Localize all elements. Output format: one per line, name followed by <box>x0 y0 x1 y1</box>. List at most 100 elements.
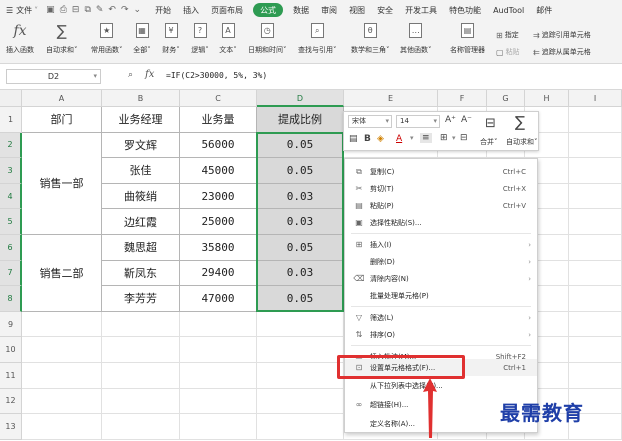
cell[interactable] <box>102 337 180 363</box>
rate-cell[interactable]: 0.03 <box>257 260 344 287</box>
menu-item-paste[interactable]: ▤ 粘贴(P) Ctrl+V <box>345 197 537 214</box>
number-format-icon[interactable]: ⊟ <box>460 133 468 143</box>
column-header-g[interactable]: G <box>487 90 525 107</box>
select-all-corner[interactable] <box>0 90 22 107</box>
column-header-i[interactable]: I <box>569 90 622 107</box>
cell[interactable] <box>180 388 257 415</box>
cell[interactable] <box>569 311 622 338</box>
save-icon[interactable]: ▣ <box>46 5 55 15</box>
table-header-cell[interactable]: 业务经理 <box>102 107 180 133</box>
cell[interactable] <box>180 363 257 389</box>
fx-icon[interactable]: fx <box>145 69 154 80</box>
font-color-icon[interactable]: A <box>396 134 402 144</box>
zoom-icon[interactable]: ⌕ <box>128 70 133 80</box>
tab-view[interactable]: 视图 <box>343 0 371 20</box>
tab-home[interactable]: 开始 <box>149 0 177 20</box>
common-functions-button[interactable]: ★ 常用函数˅ <box>91 22 123 55</box>
manager-cell[interactable]: 边红霞 <box>102 209 180 235</box>
volume-cell[interactable]: 47000 <box>180 286 257 312</box>
trace-precedents-button[interactable]: ⇉ 追踪引用单元格 <box>533 30 591 40</box>
logical-button[interactable]: ? 逻辑˅ <box>191 22 209 55</box>
menu-item-filter[interactable]: ▽ 筛选(L) › <box>345 309 537 326</box>
manager-cell[interactable]: 罗文辉 <box>102 132 180 159</box>
borders-icon[interactable]: ⊞ <box>440 133 448 143</box>
column-header-e[interactable]: E <box>344 90 438 107</box>
cell[interactable] <box>180 337 257 363</box>
cell[interactable] <box>22 337 102 363</box>
row-header-2[interactable]: 2 <box>0 132 22 159</box>
menu-item-batch[interactable]: 批量处理单元格(P) <box>345 287 537 304</box>
tab-page-layout[interactable]: 页面布局 <box>205 0 249 20</box>
volume-cell[interactable]: 45000 <box>180 158 257 184</box>
table-header-cell[interactable]: 业务量 <box>180 107 257 133</box>
insert-function-button[interactable]: fx 插入函数 <box>6 22 34 55</box>
row-header-4[interactable]: 4 <box>0 183 22 210</box>
volume-cell[interactable]: 35800 <box>180 235 257 261</box>
cell[interactable] <box>257 337 344 363</box>
name-manager-button[interactable]: ▤ 名称管理器 <box>450 22 485 55</box>
merge-icon[interactable]: ⊟ <box>485 116 496 131</box>
cell[interactable] <box>569 260 622 287</box>
manager-cell[interactable]: 张佳 <box>102 158 180 184</box>
cell-style-icon[interactable]: ▤ <box>349 134 358 144</box>
cell[interactable] <box>257 311 344 338</box>
cell[interactable] <box>569 183 622 210</box>
math-trig-button[interactable]: θ 数学和三角˅ <box>351 22 390 55</box>
hamburger-file-menu[interactable]: ☰ 文件 ˅ <box>0 0 44 20</box>
font-name-select[interactable]: 宋体 ▾ <box>348 115 392 128</box>
department-cell[interactable]: 销售一部 <box>22 132 102 235</box>
department-cell[interactable]: 销售二部 <box>22 235 102 312</box>
cell[interactable] <box>22 363 102 389</box>
tab-formulas[interactable]: 公式 <box>253 3 284 17</box>
manager-cell[interactable]: 靳凤东 <box>102 260 180 287</box>
chevron-down-icon[interactable]: ▾ <box>410 134 414 142</box>
undo-icon[interactable]: ↶ <box>108 5 116 15</box>
column-header-h[interactable]: H <box>525 90 569 107</box>
cell[interactable] <box>257 414 344 440</box>
rate-cell[interactable]: 0.05 <box>257 235 344 261</box>
menu-item-paste-special[interactable]: ▣ 选择性粘贴(S)... <box>345 214 537 231</box>
name-box[interactable]: D2 ▾ <box>6 69 101 84</box>
cell[interactable] <box>569 158 622 184</box>
cell[interactable] <box>257 363 344 389</box>
volume-cell[interactable]: 56000 <box>180 132 257 159</box>
cell[interactable] <box>569 235 622 261</box>
tab-mail[interactable]: 邮件 <box>530 0 558 20</box>
tab-data[interactable]: 数据 <box>287 0 315 20</box>
specify-button[interactable]: ⊞ 指定 <box>496 30 519 40</box>
cell[interactable] <box>569 286 622 312</box>
column-header-c[interactable]: C <box>180 90 257 107</box>
table-header-cell[interactable]: 提成比例 <box>257 107 344 133</box>
merge-button[interactable]: 合并˅ <box>480 137 498 147</box>
menu-item-cut[interactable]: ✂ 剪切(T) Ctrl+X <box>345 180 537 197</box>
print-icon[interactable]: ⊟ <box>72 5 80 15</box>
rate-cell[interactable]: 0.03 <box>257 209 344 235</box>
all-functions-button[interactable]: ▦ 全部˅ <box>133 22 151 55</box>
row-header-8[interactable]: 8 <box>0 286 22 312</box>
formula-input[interactable]: =IF(C2>30000, 5%, 3%) <box>166 71 267 80</box>
sigma-icon[interactable]: ∑ <box>515 113 525 131</box>
rate-cell[interactable]: 0.05 <box>257 158 344 184</box>
row-header-5[interactable]: 5 <box>0 209 22 235</box>
tab-security[interactable]: 安全 <box>371 0 399 20</box>
table-header-cell[interactable]: 部门 <box>22 107 102 133</box>
column-header-b[interactable]: B <box>102 90 180 107</box>
row-header-7[interactable]: 7 <box>0 260 22 287</box>
row-header-12[interactable]: 12 <box>0 388 22 415</box>
manager-cell[interactable]: 魏思超 <box>102 235 180 261</box>
volume-cell[interactable]: 29400 <box>180 260 257 287</box>
more-icon[interactable]: ⌄ <box>134 5 142 15</box>
volume-cell[interactable]: 25000 <box>180 209 257 235</box>
cell[interactable] <box>569 107 622 133</box>
cell[interactable] <box>180 414 257 440</box>
tab-developer[interactable]: 开发工具 <box>399 0 443 20</box>
cell[interactable] <box>257 388 344 415</box>
cell[interactable] <box>102 388 180 415</box>
grow-font-button[interactable]: A⁺ <box>445 115 456 125</box>
lookup-button[interactable]: ⌕ 查找与引用˅ <box>298 22 337 55</box>
manager-cell[interactable]: 李芳芳 <box>102 286 180 312</box>
cell[interactable] <box>22 388 102 415</box>
cell[interactable] <box>569 209 622 235</box>
menu-item-clear[interactable]: ⌫ 清除内容(N) › <box>345 270 537 287</box>
tab-review[interactable]: 审阅 <box>315 0 343 20</box>
